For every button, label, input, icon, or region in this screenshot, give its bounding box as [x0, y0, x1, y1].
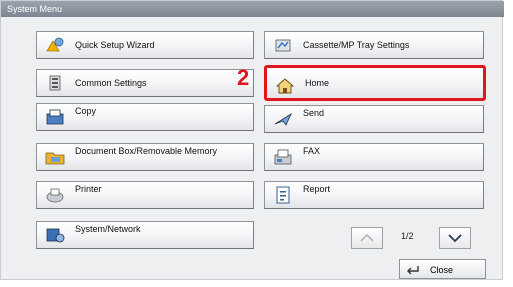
chevron-up-icon [360, 233, 374, 242]
report-icon [273, 186, 293, 204]
printer-button[interactable]: Printer [36, 181, 254, 209]
send-button[interactable]: Send [264, 105, 484, 133]
fax-label: FAX [303, 146, 321, 156]
page-up-button[interactable] [351, 227, 383, 249]
fax-button[interactable]: FAX [264, 143, 484, 171]
close-label: Close [430, 265, 454, 275]
chevron-down-icon [448, 234, 462, 243]
copy-label: Copy [75, 106, 97, 116]
home-icon [275, 77, 295, 95]
system-network-icon [45, 226, 65, 244]
page-indicator: 1/2 [401, 231, 414, 241]
cassette-tray-settings-label: Cassette/MP Tray Settings [303, 40, 410, 50]
cassette-tray-icon [273, 36, 293, 54]
cassette-tray-settings-button[interactable]: Cassette/MP Tray Settings [264, 31, 484, 59]
send-label: Send [303, 108, 325, 118]
document-box-label: Document Box/Removable Memory [75, 146, 218, 156]
printer-label: Printer [75, 184, 102, 194]
report-label: Report [303, 184, 331, 194]
system-menu-panel: System Menu Quick Setup Wizard Common Se… [0, 0, 504, 280]
home-label: Home [305, 78, 330, 88]
common-settings-label: Common Settings [75, 78, 147, 88]
report-button[interactable]: Report [264, 181, 484, 209]
common-settings-button[interactable]: Common Settings [36, 69, 254, 97]
printer-icon [45, 186, 65, 204]
send-icon [273, 110, 293, 128]
return-arrow-icon [407, 266, 419, 275]
step-callout-number: 2 [237, 65, 250, 90]
system-network-label: System/Network [75, 224, 141, 234]
document-box-icon [45, 148, 65, 166]
copy-icon [45, 108, 65, 126]
close-button[interactable]: Close [399, 259, 486, 279]
quick-setup-wizard-button[interactable]: Quick Setup Wizard [36, 31, 254, 59]
page-down-button[interactable] [439, 227, 471, 249]
fax-icon [273, 148, 293, 166]
document-box-button[interactable]: Document Box/Removable Memory [36, 143, 254, 171]
system-network-button[interactable]: System/Network [36, 221, 254, 249]
quick-setup-wizard-icon [45, 36, 65, 54]
common-settings-icon [45, 74, 65, 92]
copy-button[interactable]: Copy [36, 103, 254, 131]
quick-setup-wizard-label: Quick Setup Wizard [75, 40, 155, 50]
window-title: System Menu [1, 1, 504, 17]
home-button[interactable]: Home [264, 65, 486, 101]
